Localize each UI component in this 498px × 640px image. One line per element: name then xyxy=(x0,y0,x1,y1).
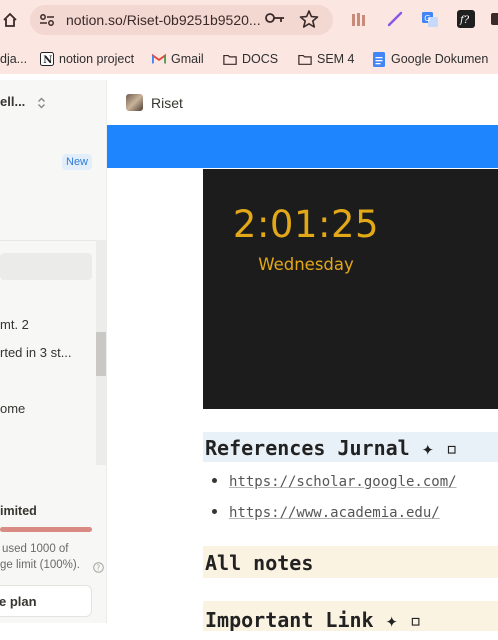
breadcrumb-page-title[interactable]: Riset xyxy=(151,95,183,111)
bookmark-label: SEM 4 xyxy=(317,52,355,66)
svg-text:?: ? xyxy=(96,563,100,572)
limit-text: used 1000 of xyxy=(2,543,69,555)
page-icon[interactable] xyxy=(126,94,143,111)
url-text[interactable]: notion.so/Riset-0b9251b9520... xyxy=(66,12,261,28)
sidebar-item[interactable]: ome xyxy=(0,401,25,416)
bookmark-sem4[interactable]: SEM 4 xyxy=(298,50,355,68)
upgrade-plan-label: e plan xyxy=(0,593,37,609)
reference-link[interactable]: https://www.academia.edu/ xyxy=(229,505,440,521)
notion-app: ell... New mt. 2 rted in 3 st... ome imi… xyxy=(0,80,498,632)
google-docs-icon xyxy=(372,51,386,67)
bookmark-label: dja... xyxy=(0,52,28,66)
link-list-item: https://www.academia.edu/ xyxy=(212,505,440,521)
folder-icon xyxy=(223,52,237,66)
gmail-icon xyxy=(152,52,166,66)
clock-widget: 2:01:25 Wednesday xyxy=(203,169,498,409)
bookmark-label: Gmail xyxy=(171,52,204,66)
bookmark-star-icon[interactable] xyxy=(299,9,319,34)
clock-day: Wednesday xyxy=(258,255,354,274)
bookmark-gmail[interactable]: Gmail xyxy=(152,50,204,68)
sidebar-item[interactable]: rted in 3 st... xyxy=(0,345,72,360)
bookmark-google-docs[interactable]: Google Dokumen xyxy=(372,50,488,68)
link-list-item: https://scholar.google.com/ xyxy=(212,474,457,490)
block-limit-progress xyxy=(0,527,92,532)
home-icon[interactable] xyxy=(0,9,20,31)
bookmark-label: notion project xyxy=(59,52,135,66)
bookmarks-bar: dja... N notion project Gmail DOCS SEM 4 xyxy=(0,44,498,72)
sidebar-scrollbar-thumb[interactable] xyxy=(96,332,106,376)
important-link-heading[interactable]: Important Link ✦ ▫ xyxy=(203,601,498,632)
sidebar: ell... New mt. 2 rted in 3 st... ome imi… xyxy=(0,80,107,623)
bullet-icon xyxy=(212,477,217,483)
password-key-icon[interactable] xyxy=(265,11,285,30)
sidebar-item-selected[interactable] xyxy=(0,253,92,280)
page-cover[interactable] xyxy=(107,125,498,168)
page-header: Riset xyxy=(107,80,498,125)
svg-text:G: G xyxy=(424,14,430,23)
all-notes-heading[interactable]: All notes xyxy=(203,546,498,578)
function-extension-icon[interactable]: f? xyxy=(456,9,476,29)
sidebar-divider xyxy=(0,240,96,241)
bookmark-label: Google Dokumen xyxy=(391,52,489,66)
extension-icon[interactable] xyxy=(486,9,498,29)
bullet-icon xyxy=(212,508,217,514)
svg-text:N: N xyxy=(43,55,52,66)
pen-extension-icon[interactable] xyxy=(385,9,405,29)
workspace-name[interactable]: ell... xyxy=(0,94,25,109)
new-badge: New xyxy=(62,154,93,170)
bookmark-label: DOCS xyxy=(242,52,279,66)
workspace-switcher-icon[interactable] xyxy=(37,96,46,114)
notion-icon: N xyxy=(40,52,54,66)
help-icon[interactable]: ? xyxy=(93,560,104,578)
bars-extension-icon[interactable] xyxy=(349,9,369,29)
translate-extension-icon[interactable]: G xyxy=(420,9,440,29)
bookmark-item[interactable]: dja... xyxy=(0,50,27,68)
bookmark-docs[interactable]: DOCS xyxy=(223,50,278,68)
sidebar-item[interactable]: mt. 2 xyxy=(0,317,29,332)
limit-text: ge limit (100%). xyxy=(0,559,80,571)
clock-time: 2:01:25 xyxy=(232,203,380,246)
svg-text:f?: f? xyxy=(459,15,470,26)
references-heading[interactable]: References Jurnal ✦ ▫ xyxy=(203,432,498,462)
address-bar[interactable]: notion.so/Riset-0b9251b9520... xyxy=(30,5,333,35)
reference-link[interactable]: https://scholar.google.com/ xyxy=(229,474,457,490)
browser-toolbar: notion.so/Riset-0b9251b9520... G f? dja.… xyxy=(0,0,498,74)
bookmark-notion-project[interactable]: N notion project xyxy=(40,50,134,68)
limit-title: imited xyxy=(0,504,37,518)
upgrade-plan-button[interactable]: e plan xyxy=(0,585,92,617)
site-settings-icon[interactable] xyxy=(38,11,56,29)
folder-icon xyxy=(298,52,312,66)
